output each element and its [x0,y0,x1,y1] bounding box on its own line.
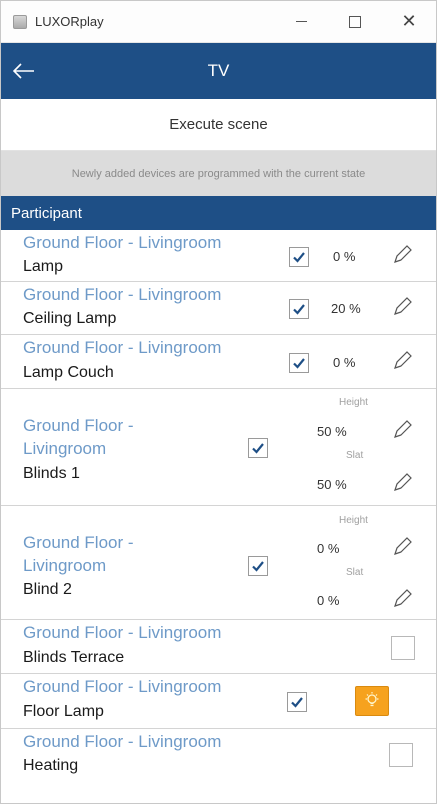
info-notice: Newly added devices are programmed with … [1,151,436,196]
edit-pencil-icon[interactable] [391,419,413,441]
slat-label: Slat [346,567,364,578]
row-device: Blinds Terrace [23,649,125,666]
row-location: Ground Floor - [23,533,134,552]
section-header-participant: Participant [1,196,436,230]
title-bar: LUXORplay ✕ [1,1,436,43]
row-device: Blind 2 [23,581,72,598]
maximize-button[interactable] [328,1,382,43]
participant-checkbox[interactable] [391,636,415,660]
light-bulb-icon [365,692,379,707]
participant-checkbox[interactable] [289,299,309,319]
app-icon [13,14,27,29]
slat-value: 0 % [317,593,340,608]
row-location: Livingroom [23,556,107,575]
participant-checkbox[interactable] [289,247,309,267]
participant-checkbox[interactable] [389,743,413,767]
row-device: Lamp Couch [23,364,114,381]
slat-label: Slat [346,450,364,461]
height-value: 50 % [317,424,347,439]
edit-pencil-icon[interactable] [391,536,413,558]
participant-row: Ground Floor - Livingroom Blinds Terrace [1,620,436,674]
arrow-left-icon [13,63,34,79]
participant-checkbox[interactable] [289,353,309,373]
back-button[interactable] [1,43,47,99]
height-label: Height [339,515,368,526]
checkmark-icon [291,697,303,708]
row-device: Heating [23,757,79,774]
participant-checkbox[interactable] [287,692,307,712]
row-location: Ground Floor - [23,416,134,435]
participant-row: Ground Floor - Livingroom Floor Lamp [1,674,436,729]
row-value: 0 % [333,249,356,264]
info-notice-text: Newly added devices are programmed with … [71,167,366,180]
checkmark-icon [252,443,264,454]
page-title: TV [207,61,230,80]
participant-row: Ground Floor - Livingroom Blind 2 Height… [1,506,436,620]
checkmark-icon [293,252,305,263]
app-header: TV [1,43,436,99]
row-device: Floor Lamp [23,703,104,720]
row-location: Ground Floor - Livingroom [23,677,222,696]
light-toggle-button[interactable] [355,686,389,716]
minimize-button[interactable] [274,1,328,43]
row-location: Ground Floor - Livingroom [23,623,222,642]
participant-row: Ground Floor - Livingroom Blinds 1 Heigh… [1,389,436,506]
row-value: 0 % [333,355,356,370]
close-button[interactable]: ✕ [382,1,436,43]
row-value: 20 % [331,301,361,316]
participant-checkbox[interactable] [248,438,268,458]
edit-pencil-icon[interactable] [391,296,413,318]
app-window: LUXORplay ✕ TV Execute scene Newly added… [0,0,437,804]
close-icon: ✕ [401,11,417,31]
row-device: Ceiling Lamp [23,310,117,327]
row-location: Ground Floor - Livingroom [23,233,222,252]
edit-pencil-icon[interactable] [391,350,413,372]
checkmark-icon [293,304,305,315]
window-title: LUXORplay [35,14,104,29]
row-location: Ground Floor - Livingroom [23,732,222,751]
execute-scene-label: Execute scene [169,116,268,133]
row-location: Ground Floor - Livingroom [23,338,222,357]
edit-pencil-icon[interactable] [391,472,413,494]
section-title: Participant [11,204,82,222]
row-device: Blinds 1 [23,465,80,482]
edit-pencil-icon[interactable] [391,588,413,610]
participant-row: Ground Floor - Livingroom Lamp Couch 0 % [1,335,436,389]
checkmark-icon [293,358,305,369]
participant-row: Ground Floor - Livingroom Lamp 0 % [1,230,436,282]
row-location: Ground Floor - Livingroom [23,285,222,304]
checkmark-icon [252,561,264,572]
participant-checkbox[interactable] [248,556,268,576]
row-device: Lamp [23,258,64,275]
participant-row: Ground Floor - Livingroom Heating [1,729,436,779]
execute-scene-button[interactable]: Execute scene [1,99,436,151]
row-location: Livingroom [23,439,107,458]
participant-row: Ground Floor - Livingroom Ceiling Lamp 2… [1,282,436,335]
height-label: Height [339,397,368,408]
edit-pencil-icon[interactable] [391,244,413,266]
height-value: 0 % [317,541,340,556]
slat-value: 50 % [317,477,347,492]
